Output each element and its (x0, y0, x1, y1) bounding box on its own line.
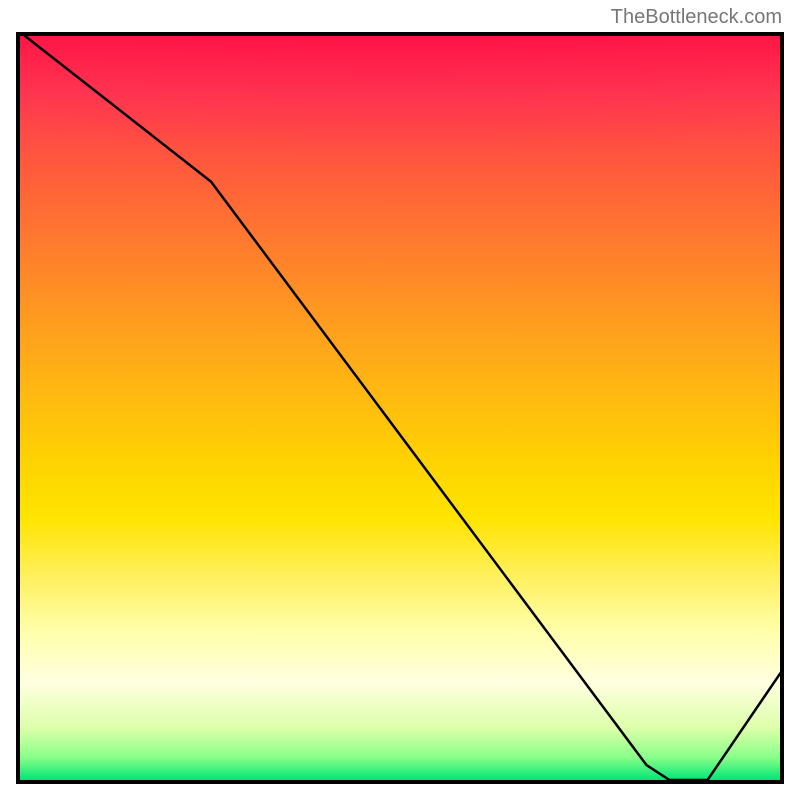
chart-plot-area (16, 32, 784, 784)
chart-line-curve (20, 32, 784, 780)
chart-border-right (780, 32, 784, 784)
watermark-text: TheBottleneck.com (611, 6, 782, 29)
chart-border-top (16, 32, 784, 36)
